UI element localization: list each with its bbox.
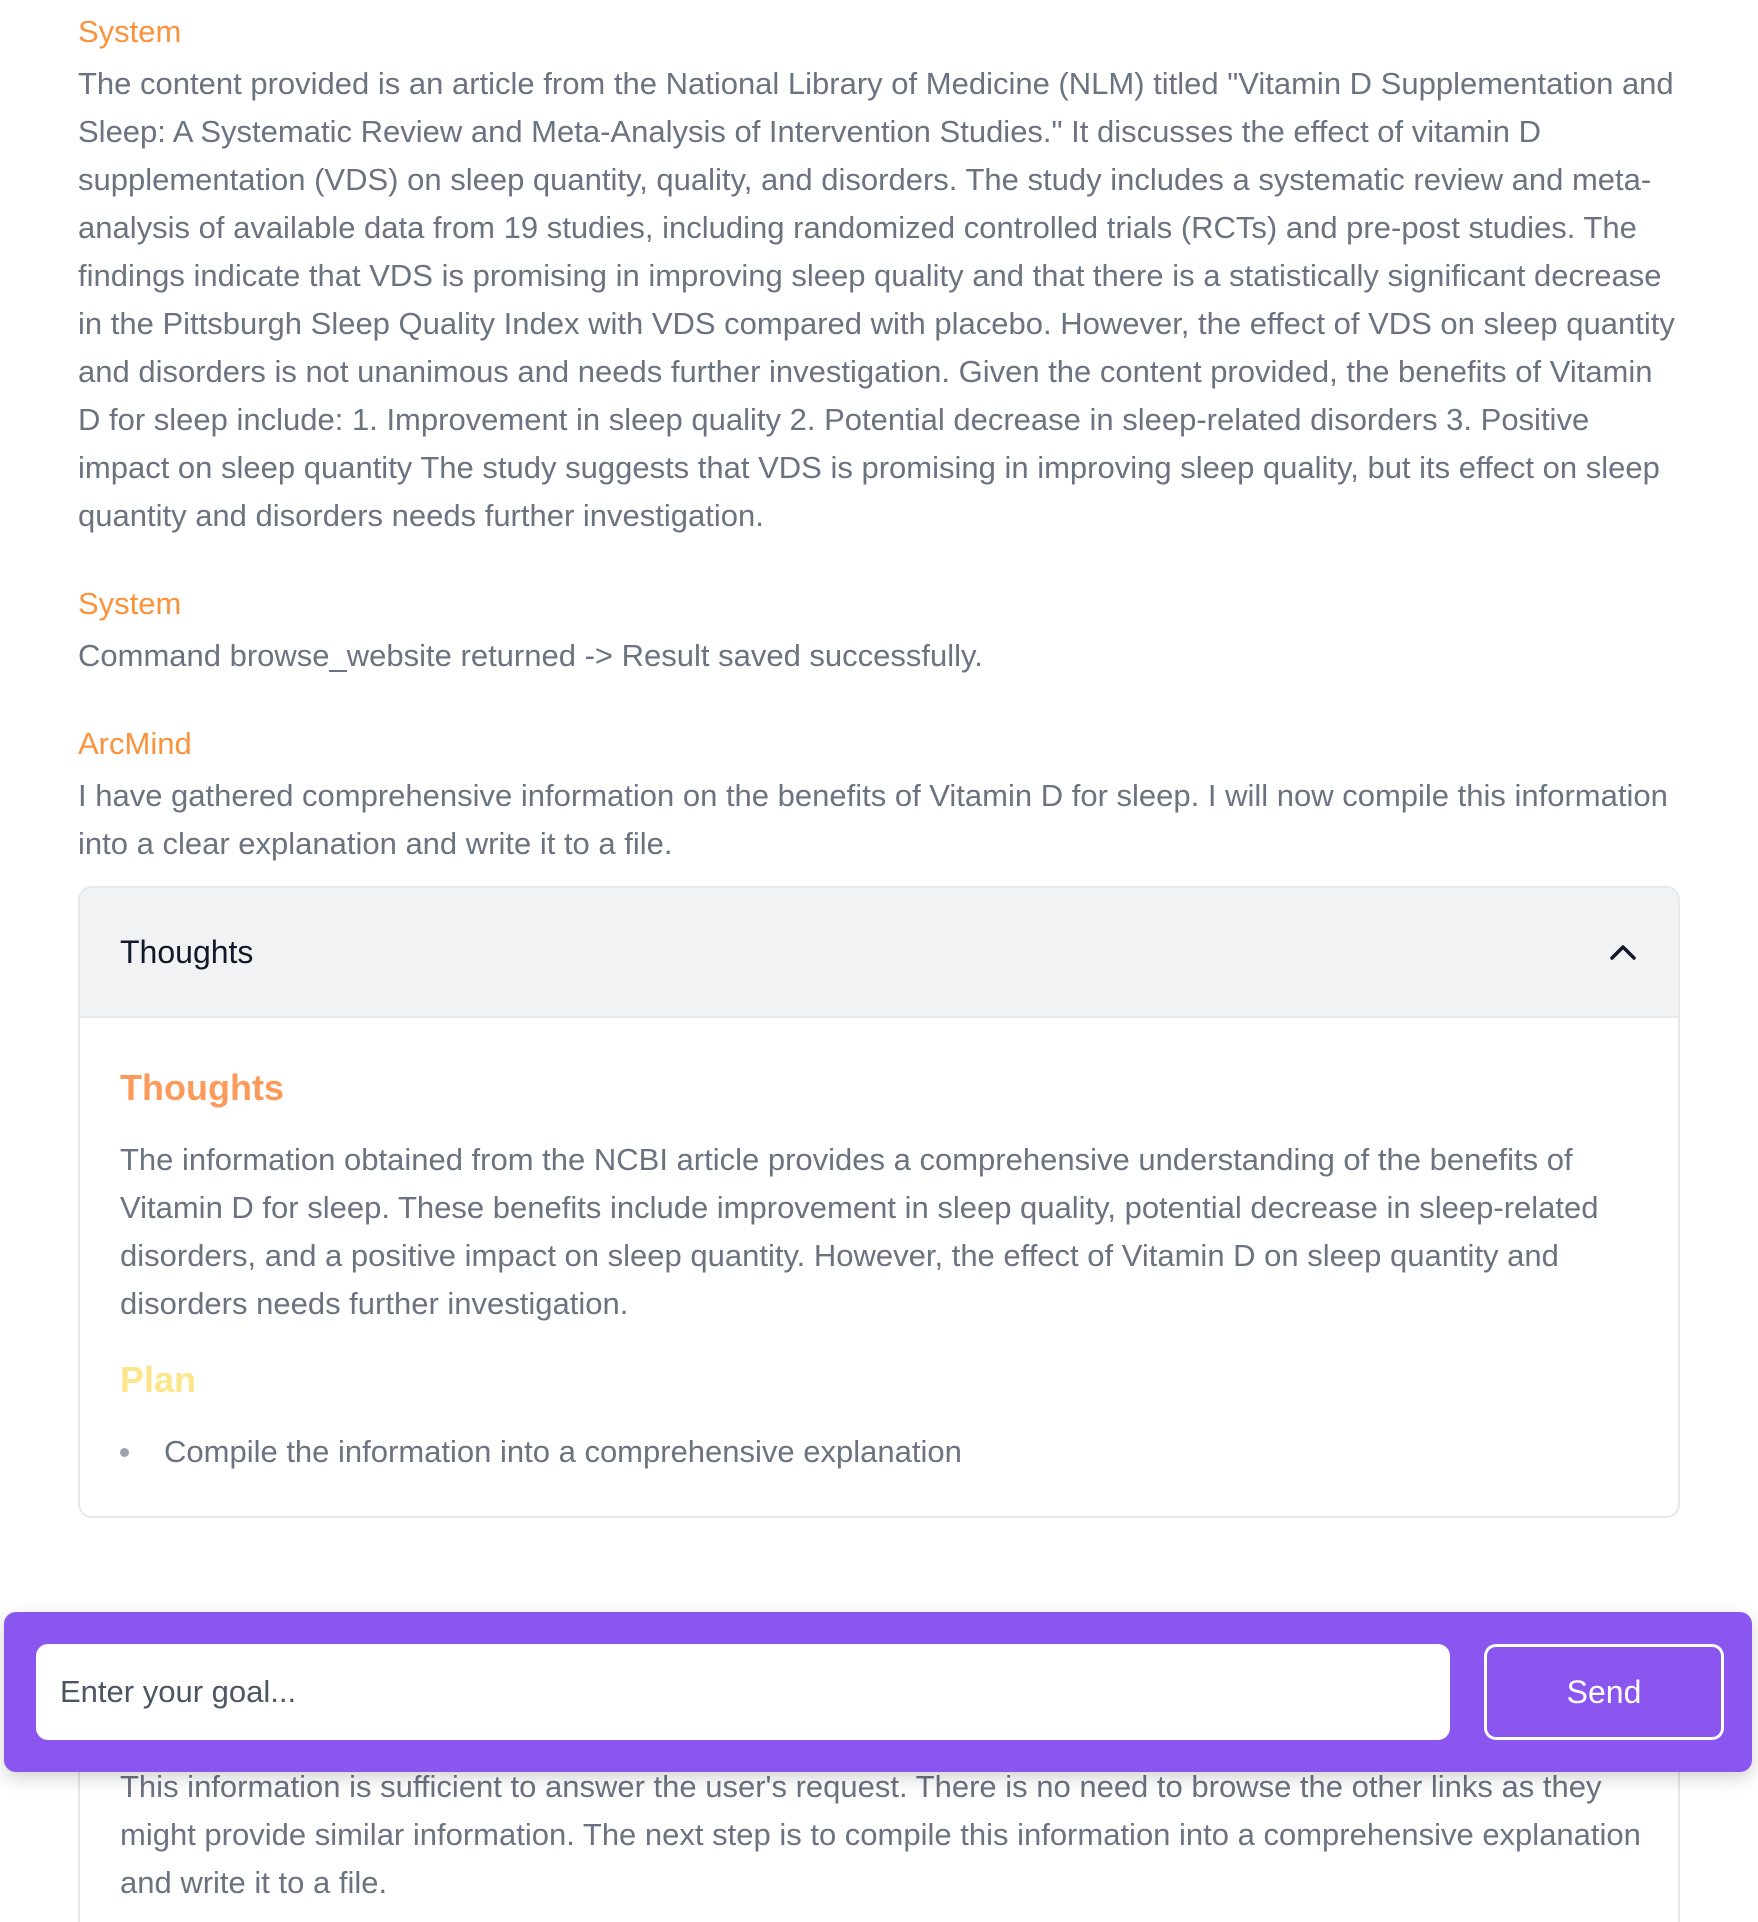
message-author: System — [78, 14, 182, 49]
chat-page: System The content provided is an articl… — [0, 0, 1758, 1922]
message-text: I have gathered comprehensive informatio… — [78, 778, 1668, 861]
message: System The content provided is an articl… — [78, 12, 1678, 540]
goal-input-bar: Send — [4, 1612, 1752, 1772]
message-author: System — [78, 586, 182, 621]
message: ArcMind I have gathered comprehensive in… — [78, 724, 1678, 868]
thoughts-accordion-header[interactable]: Thoughts — [80, 888, 1678, 1018]
message-feed: System The content provided is an articl… — [78, 0, 1680, 1518]
send-button[interactable]: Send — [1484, 1644, 1724, 1740]
goal-input[interactable] — [36, 1644, 1450, 1740]
message: System Command browse_website returned -… — [78, 584, 1678, 680]
chevron-up-icon[interactable] — [1608, 937, 1638, 967]
reasoning-text: This information is sufficient to answer… — [120, 1769, 1641, 1900]
plan-list: Compile the information into a comprehen… — [120, 1428, 1638, 1476]
thoughts-accordion: Thoughts Thoughts The information obtain… — [78, 886, 1680, 1518]
plan-item-text: Compile the information into a comprehen… — [164, 1434, 962, 1469]
thoughts-heading: Thoughts — [120, 1067, 284, 1108]
bullet-icon — [120, 1448, 129, 1457]
accordion-title: Thoughts — [120, 933, 254, 970]
thoughts-text: The information obtained from the NCBI a… — [120, 1142, 1599, 1321]
message-text: The content provided is an article from … — [78, 66, 1675, 533]
plan-item: Compile the information into a comprehen… — [120, 1428, 1638, 1476]
message-author: ArcMind — [78, 726, 192, 761]
thoughts-accordion-body: Thoughts The information obtained from t… — [80, 1018, 1678, 1516]
plan-heading: Plan — [120, 1359, 197, 1400]
message-text: Command browse_website returned -> Resul… — [78, 638, 983, 673]
